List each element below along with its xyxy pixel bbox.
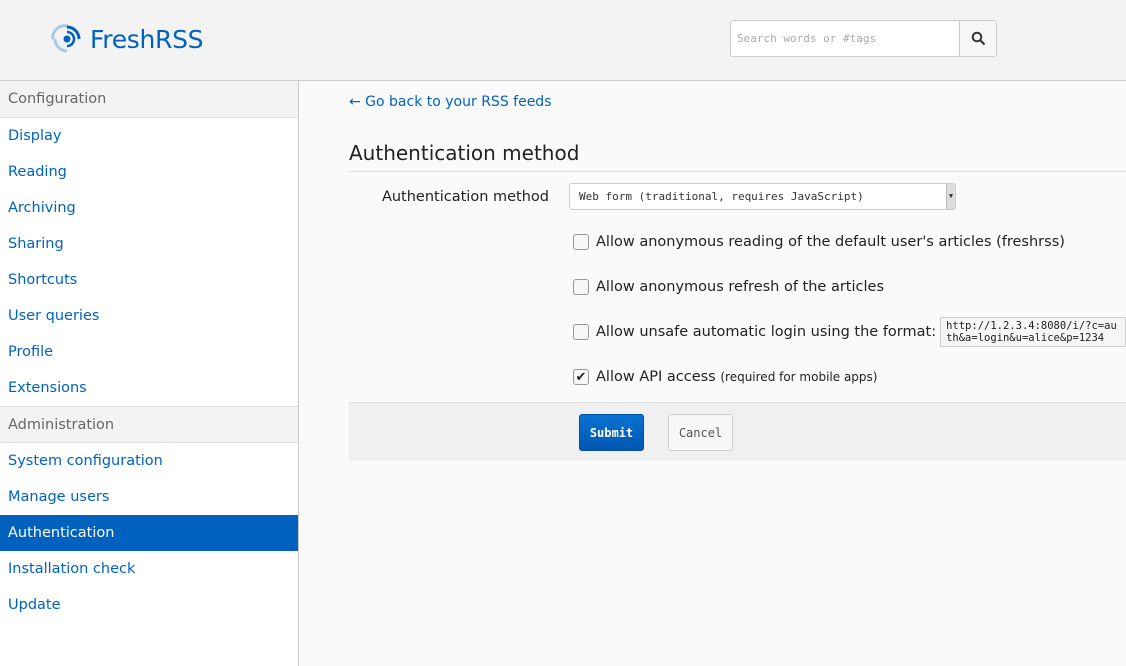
- sidebar-section-configuration: Configuration: [0, 81, 298, 118]
- auth-method-label: Authentication method: [381, 189, 549, 205]
- back-to-feeds-link[interactable]: ← Go back to your RSS feeds: [349, 94, 552, 110]
- option-anonymous-refresh[interactable]: Allow anonymous refresh of the articles: [573, 279, 1126, 295]
- search-input[interactable]: [730, 20, 960, 57]
- sidebar-item-extensions[interactable]: Extensions: [0, 370, 298, 406]
- sidebar-item-reading[interactable]: Reading: [0, 154, 298, 190]
- checkbox[interactable]: [573, 324, 589, 340]
- sidebar-item-manage-users[interactable]: Manage users: [0, 479, 298, 515]
- sidebar-item-sharing[interactable]: Sharing: [0, 226, 298, 262]
- option-note: (required for mobile apps): [720, 370, 878, 384]
- option-anonymous-reading[interactable]: Allow anonymous reading of the default u…: [573, 234, 1126, 250]
- sidebar-item-installation-check[interactable]: Installation check: [0, 551, 298, 587]
- auth-method-value: Web form (traditional, requires JavaScri…: [579, 190, 864, 203]
- search-icon: [971, 31, 985, 46]
- cancel-button[interactable]: Cancel: [668, 414, 733, 451]
- form-actions: Submit Cancel: [349, 402, 1126, 461]
- checkbox[interactable]: [573, 234, 589, 250]
- sidebar-section-administration: Administration: [0, 406, 298, 443]
- sidebar-item-user-queries[interactable]: User queries: [0, 298, 298, 334]
- checkbox[interactable]: [573, 279, 589, 295]
- logo[interactable]: FreshRSS: [50, 22, 204, 56]
- header: FreshRSS: [0, 0, 1126, 81]
- sidebar-item-display[interactable]: Display: [0, 118, 298, 154]
- logo-text: FreshRSS: [90, 24, 204, 54]
- option-label: Allow unsafe automatic login using the f…: [596, 324, 937, 340]
- sidebar: Configuration Display Reading Archiving …: [0, 81, 299, 666]
- option-api-access[interactable]: ✔ Allow API access (required for mobile …: [573, 369, 1126, 385]
- rss-logo-icon: [51, 24, 81, 53]
- dropdown-arrow-icon: ▼: [946, 184, 955, 209]
- option-label: Allow anonymous refresh of the articles: [596, 279, 884, 295]
- sidebar-item-update[interactable]: Update: [0, 587, 298, 623]
- option-label: Allow API access: [596, 369, 716, 385]
- option-unsafe-autologin[interactable]: Allow unsafe automatic login using the f…: [573, 317, 1126, 347]
- checkmark-icon: ✔: [575, 369, 587, 385]
- submit-button[interactable]: Submit: [579, 414, 644, 451]
- sidebar-item-system-configuration[interactable]: System configuration: [0, 443, 298, 479]
- sidebar-item-profile[interactable]: Profile: [0, 334, 298, 370]
- sidebar-item-authentication[interactable]: Authentication: [0, 515, 298, 551]
- option-label: Allow anonymous reading of the default u…: [596, 234, 1065, 250]
- sidebar-item-shortcuts[interactable]: Shortcuts: [0, 262, 298, 298]
- autologin-url-format: http://1.2.3.4:8080/i/?c=auth&a=login&u=…: [940, 317, 1126, 347]
- search-form: [730, 20, 997, 57]
- page-title: Authentication method: [349, 141, 1126, 172]
- main-content: ← Go back to your RSS feeds Authenticati…: [349, 81, 1126, 666]
- checkbox-checked[interactable]: ✔: [573, 369, 589, 385]
- sidebar-item-archiving[interactable]: Archiving: [0, 190, 298, 226]
- auth-method-select[interactable]: Web form (traditional, requires JavaScri…: [569, 183, 956, 210]
- search-button[interactable]: [960, 20, 997, 57]
